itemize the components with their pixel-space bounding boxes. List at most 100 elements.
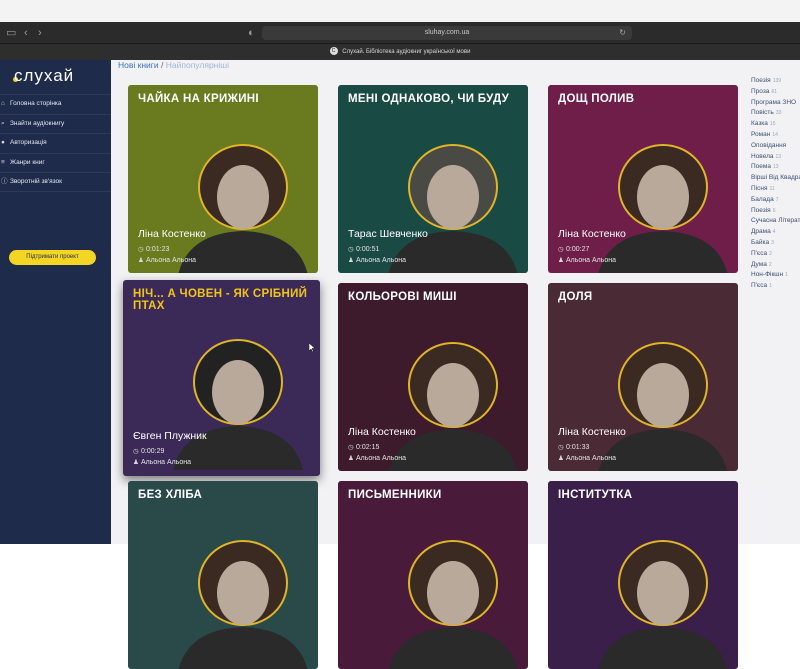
duration-value: 0:02:15 <box>356 444 380 451</box>
book-title[interactable]: БЕЗ ХЛІБА <box>138 489 313 501</box>
book-card[interactable]: ДОЩ ПОЛИВ Ліна Костенко ◷ 0:00:27 ♟ Альона Ал… <box>548 85 738 273</box>
narrator-value[interactable]: Альона Альона <box>566 455 616 462</box>
genre-link[interactable]: Дума 2 <box>751 260 800 271</box>
book-card[interactable]: МЕНІ ОДНАКОВО, ЧИ БУДУ Тарас Шевченко ◷ 0:0… <box>338 85 528 273</box>
genre-name: Вірші Від Квадрата <box>751 174 800 182</box>
back-icon[interactable]: ‹ <box>24 26 28 40</box>
site-logo[interactable]: слухай <box>14 66 74 86</box>
genre-link[interactable]: Оповідання <box>751 141 800 152</box>
genre-name: Дума <box>751 260 767 268</box>
genre-link[interactable]: Новела 13 <box>751 152 800 163</box>
author-portrait <box>598 342 728 471</box>
active-tab[interactable]: C Слухай. Бібліотека аудіокниг українськ… <box>240 45 560 59</box>
clock-icon: ◷ <box>558 246 564 253</box>
book-duration: ◷ 0:00:29 <box>133 447 164 455</box>
tab-title: Слухай. Бібліотека аудіокниг української… <box>342 49 471 55</box>
narrator-value[interactable]: Альона Альона <box>146 257 196 264</box>
narrator-value[interactable]: Альона Альона <box>356 257 406 264</box>
duration-value: 0:00:27 <box>566 246 590 253</box>
narrator-icon: ♟ <box>348 257 354 264</box>
breadcrumb-new-books[interactable]: Нові книги <box>118 60 159 70</box>
book-title[interactable]: ДОЛЯ <box>558 291 733 303</box>
sidebar-item-genres[interactable]: ≡ Жанри книг <box>0 152 111 173</box>
book-card[interactable]: ЧАЙКА НА КРИЖИНІ Ліна Костенко ◷ 0:01:23 ♟ Ал… <box>128 85 318 273</box>
sidebar-item-feedback[interactable]: ⓘ Зворотній зв'язок <box>0 172 111 192</box>
search-icon: ⌕ <box>1 119 5 127</box>
narrator-icon: ♟ <box>348 455 354 462</box>
duration-value: 0:00:29 <box>141 448 165 455</box>
narrator-value[interactable]: Альона Альона <box>566 257 616 264</box>
genre-count: 7 <box>775 196 779 203</box>
genre-link[interactable]: Програма ЗНО <box>751 98 800 109</box>
clock-icon: ◷ <box>348 246 354 253</box>
sidebar-toggle-icon[interactable]: ▭ <box>6 26 16 40</box>
author-portrait <box>173 339 303 470</box>
sidebar-item-home[interactable]: ⌂ Головна сторінка <box>0 94 111 114</box>
genre-link[interactable]: Пісня 11 <box>751 184 800 195</box>
book-title[interactable]: КОЛЬОРОВІ МИШІ <box>348 291 523 303</box>
book-title[interactable]: ДОЩ ПОЛИВ <box>558 93 733 105</box>
book-title[interactable]: МЕНІ ОДНАКОВО, ЧИ БУДУ <box>348 93 523 105</box>
genre-link[interactable]: Повість 33 <box>751 108 800 119</box>
book-author: Тарас Шевченко <box>348 228 428 240</box>
support-project-button[interactable]: Підтримати проект <box>9 250 96 265</box>
genre-link[interactable]: Поезія 139 <box>751 76 800 87</box>
author-portrait <box>388 540 518 669</box>
genre-link[interactable]: Вірші Від Квадрата <box>751 173 800 184</box>
privacy-icon: ◐ <box>248 27 255 39</box>
genre-link[interactable]: Нон-Фікшн 1 <box>751 270 800 281</box>
genre-name: Казка <box>751 120 768 128</box>
genre-count: 2 <box>768 261 772 268</box>
genre-link[interactable]: П'єса 2 <box>751 249 800 260</box>
genre-name: Поезія <box>751 77 771 84</box>
book-title[interactable]: ПИСЬМЕННИКИ <box>348 489 523 501</box>
book-card[interactable]: ІНСТИТУТКА <box>548 481 738 669</box>
home-icon: ⌂ <box>1 100 5 107</box>
genre-link[interactable]: Сучасна Література <box>751 216 800 227</box>
genre-link[interactable]: Балада 7 <box>751 195 800 206</box>
genre-link[interactable]: Поема 13 <box>751 162 800 173</box>
genre-name: Новела <box>751 152 774 160</box>
genre-link[interactable]: Драма 4 <box>751 227 800 238</box>
genre-name: Повість <box>751 109 774 117</box>
sidebar-item-label: Зворотній зв'язок <box>10 178 63 185</box>
genre-name: Поема <box>751 163 771 171</box>
genre-link[interactable]: Проза 61 <box>751 87 800 98</box>
sidebar-item-label: Головна сторінка <box>10 100 62 107</box>
genre-count: 14 <box>772 131 778 138</box>
address-bar[interactable]: sluhay.com.ua ↻ <box>262 26 632 40</box>
book-card[interactable]: ДОЛЯ Ліна Костенко ◷ 0:01:33 ♟ Альона Альона <box>548 283 738 471</box>
forward-icon[interactable]: › <box>38 26 42 40</box>
book-card[interactable]: КОЛЬОРОВІ МИШІ Ліна Костенко ◷ 0:02:15 ♟ Альо… <box>338 283 528 471</box>
book-card[interactable]: НІЧ... А ЧОВЕН - ЯК СРІБНИЙ ПТАХ Євген Пл… <box>123 280 320 476</box>
genre-link[interactable]: Поезія 6 <box>751 206 800 217</box>
genre-count: 33 <box>775 110 782 117</box>
book-title[interactable]: ЧАЙКА НА КРИЖИНІ <box>138 93 313 105</box>
genre-link[interactable]: Казка 15 <box>751 119 800 130</box>
genre-link[interactable]: Роман 14 <box>751 130 800 141</box>
sidebar-item-login[interactable]: ● Авторизація <box>0 133 111 153</box>
book-author: Ліна Костенко <box>558 426 626 438</box>
book-duration: ◷ 0:01:23 <box>138 245 169 253</box>
genre-count: 6 <box>772 207 776 214</box>
book-card[interactable]: БЕЗ ХЛІБА <box>128 481 318 669</box>
genre-name: Сучасна Література <box>751 217 800 225</box>
genre-count: 4 <box>772 229 776 236</box>
book-title[interactable]: ІНСТИТУТКА <box>558 489 733 501</box>
narrator-value[interactable]: Альона Альона <box>356 455 406 462</box>
reload-icon[interactable]: ↻ <box>619 26 626 40</box>
genre-count: 1 <box>769 283 772 290</box>
book-title[interactable]: НІЧ... А ЧОВЕН - ЯК СРІБНИЙ ПТАХ <box>133 288 308 312</box>
narrator-value[interactable]: Альона Альона <box>141 459 191 466</box>
breadcrumb-popular[interactable]: Найпопулярніші <box>166 60 229 70</box>
genre-link[interactable]: Байка 3 <box>751 238 800 249</box>
address-text: sluhay.com.ua <box>424 29 470 36</box>
book-card[interactable]: ПИСЬМЕННИКИ <box>338 481 528 669</box>
book-narrator: ♟ Альона Альона <box>133 458 191 466</box>
breadcrumb-separator: / <box>161 60 164 70</box>
sidebar-item-label: Авторизація <box>10 139 47 146</box>
clock-icon: ◷ <box>133 448 139 455</box>
sidebar-item-search[interactable]: ⌕ Знайти аудіокнигу <box>0 113 111 134</box>
genre-name: П'єса <box>751 249 768 257</box>
genre-link[interactable]: П'єса 1 <box>751 281 800 292</box>
